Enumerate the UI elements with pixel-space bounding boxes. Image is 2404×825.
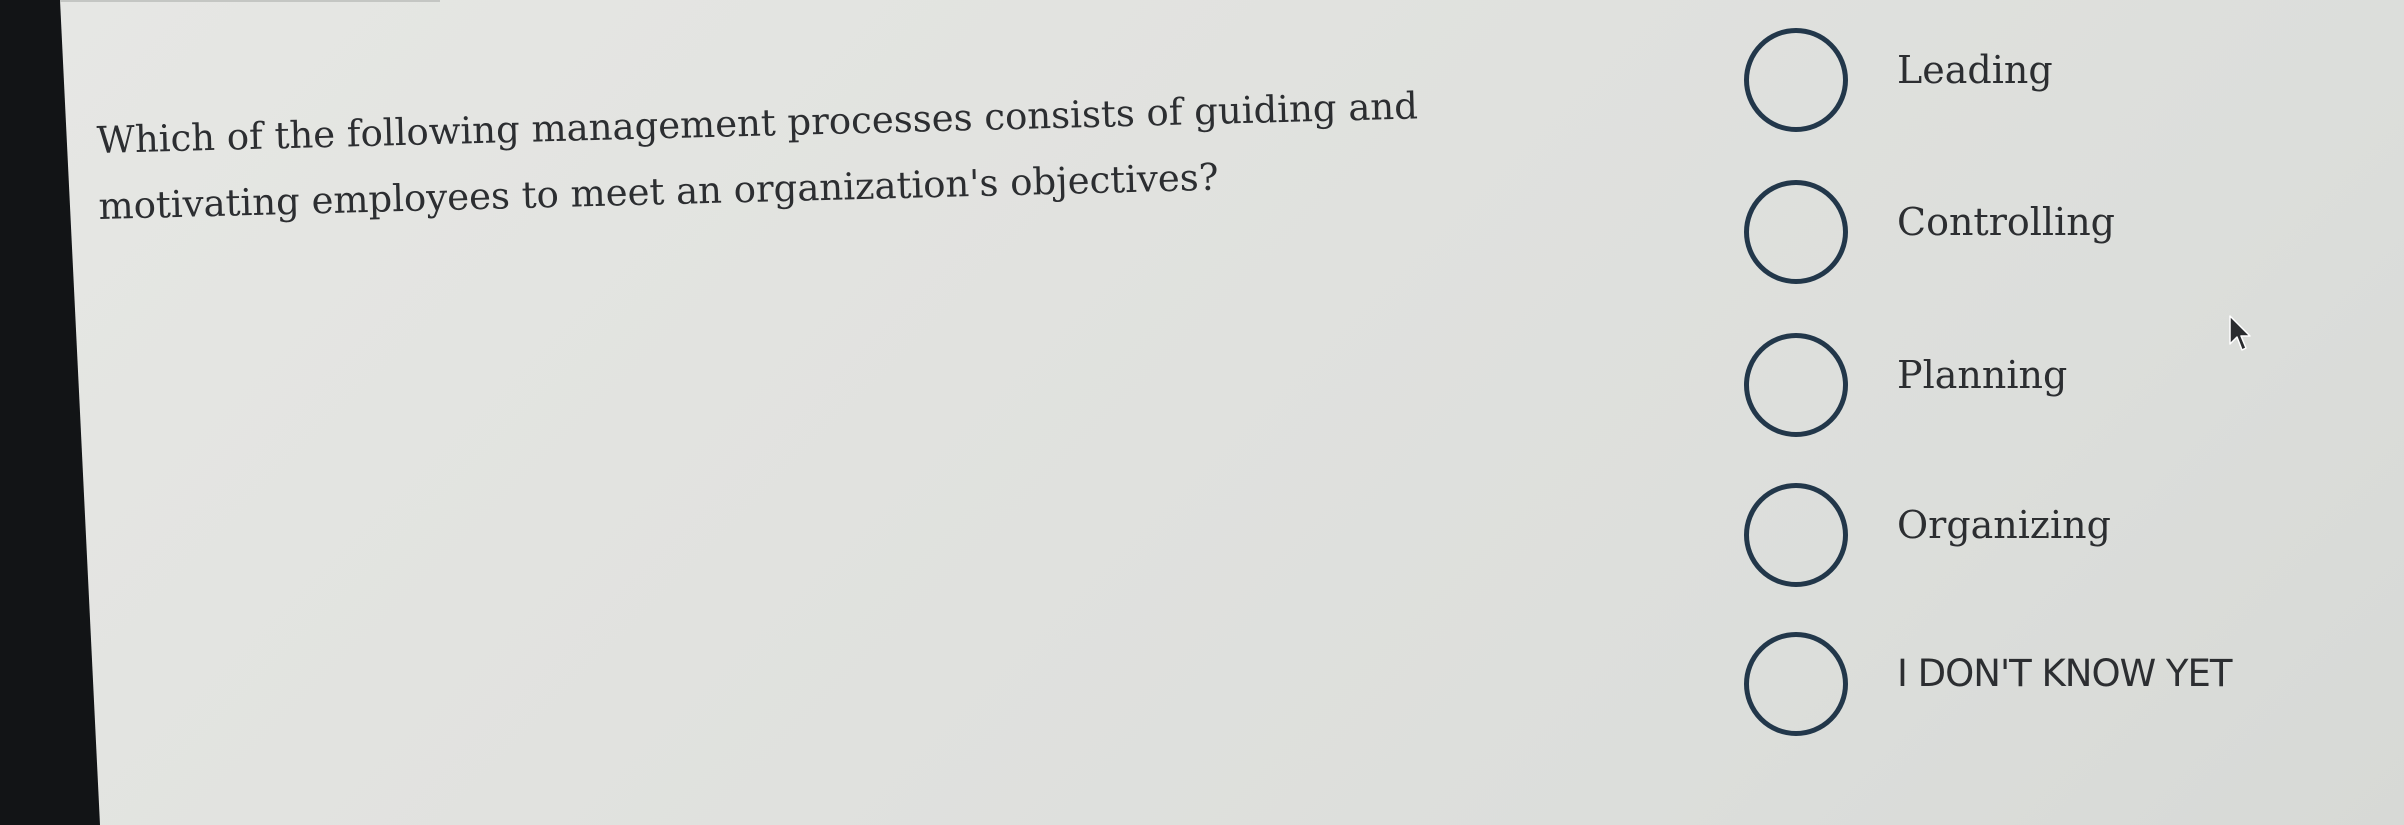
option-organizing[interactable]: Organizing xyxy=(1744,481,2364,601)
option-controlling[interactable]: Controlling xyxy=(1744,178,2364,298)
radio-button-icon[interactable] xyxy=(1744,632,1848,736)
option-dont-know[interactable]: I DON'T KNOW YET xyxy=(1744,630,2364,750)
option-leading[interactable]: Leading xyxy=(1744,26,2364,146)
radio-button-icon[interactable] xyxy=(1744,180,1848,284)
radio-button-icon[interactable] xyxy=(1744,483,1848,587)
option-label: Organizing xyxy=(1897,503,2111,547)
option-label: Controlling xyxy=(1897,200,2115,244)
answer-options: Leading Controlling Planning Organizing … xyxy=(1744,26,2364,766)
radio-button-icon[interactable] xyxy=(1744,28,1848,132)
option-label: Leading xyxy=(1897,48,2053,92)
screen: Which of the following management proces… xyxy=(0,0,2404,825)
top-divider xyxy=(60,0,440,2)
option-label: I DON'T KNOW YET xyxy=(1897,652,2232,695)
mouse-pointer-icon xyxy=(2229,315,2251,351)
option-label: Planning xyxy=(1897,353,2068,397)
option-planning[interactable]: Planning xyxy=(1744,331,2364,451)
radio-button-icon[interactable] xyxy=(1744,333,1848,437)
